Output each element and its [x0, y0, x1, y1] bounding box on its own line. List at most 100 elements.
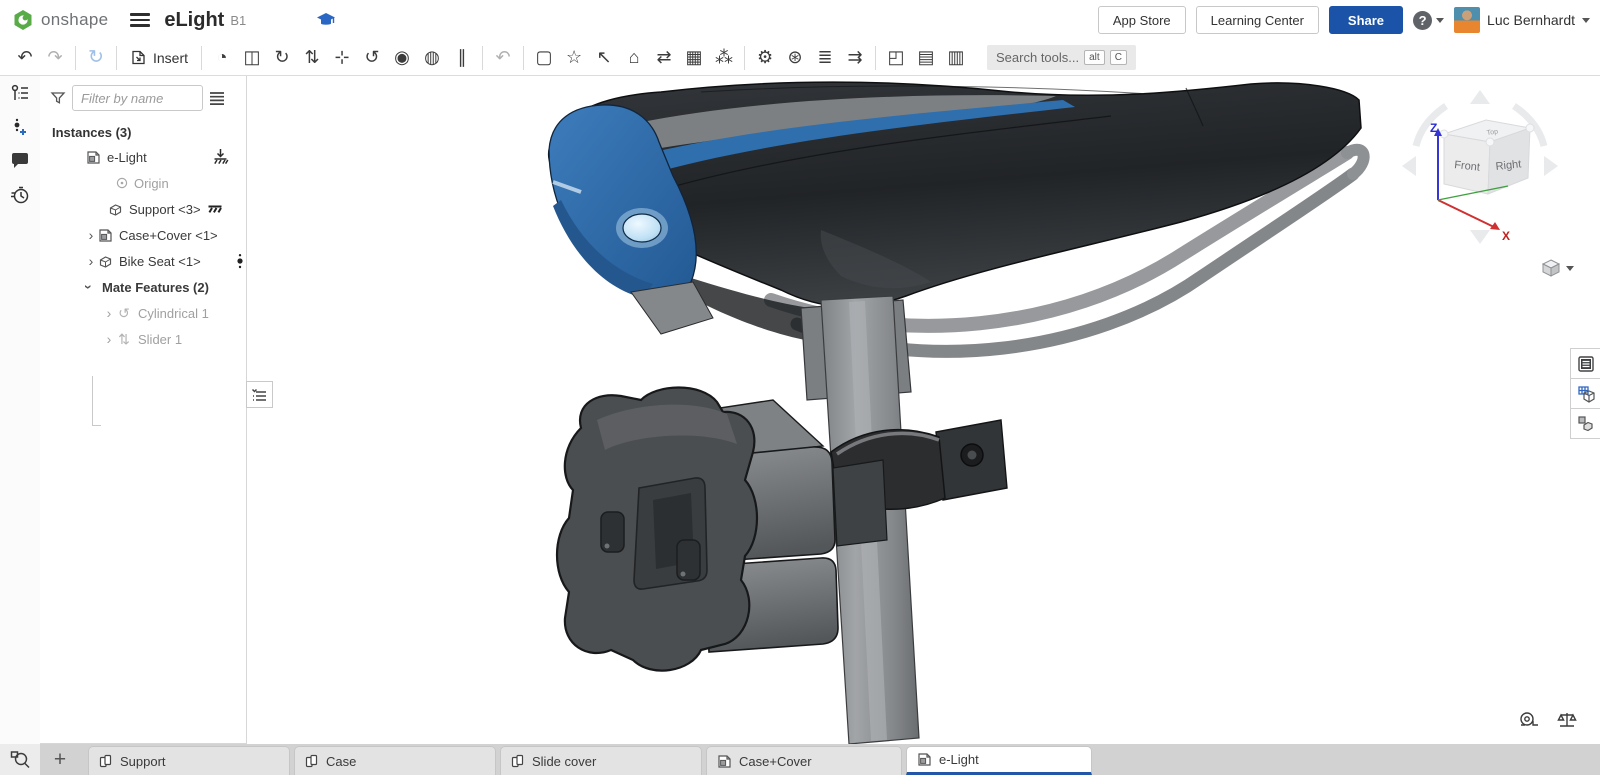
filter-input[interactable]	[72, 85, 203, 111]
named-positions-tool-button[interactable]: ☆	[559, 44, 589, 72]
learning-graduation-cap-icon[interactable]	[316, 12, 336, 28]
undo-button[interactable]: ↶	[10, 44, 40, 72]
fix-icon[interactable]	[212, 148, 229, 166]
part-studio-icon	[99, 754, 113, 768]
learning-center-button[interactable]: Learning Center	[1196, 6, 1319, 34]
transfer-tool-button[interactable]: ⇄	[649, 44, 679, 72]
filter-funnel-icon[interactable]	[50, 90, 66, 106]
tree-row-case-cover[interactable]: › Case+Cover <1>	[40, 222, 246, 248]
pin-slot-tool-button[interactable]: ◍	[417, 44, 447, 72]
search-tools-box[interactable]: Search tools... alt C	[987, 45, 1136, 70]
tree-connector-line	[92, 376, 101, 426]
keycap-alt: alt	[1084, 50, 1105, 65]
fixed-icon[interactable]	[207, 202, 223, 217]
new-tab-button[interactable]: +	[42, 744, 78, 775]
tab-e-light-active[interactable]: e-Light	[906, 746, 1092, 775]
part-tables-panel-button[interactable]	[1570, 408, 1600, 439]
document-version[interactable]: B1	[230, 13, 246, 28]
slider-move-tool-button[interactable]: ⇅	[297, 44, 327, 72]
viewcube-arrow-up[interactable]	[1470, 90, 1490, 104]
mate-tool-button[interactable]: ◔	[207, 44, 237, 72]
tree-row-assembly-root[interactable]: e-Light	[40, 144, 246, 170]
group-tool-button[interactable]: ◫	[237, 44, 267, 72]
revert-move-tool-button[interactable]: ↶	[488, 44, 518, 72]
viewcube-arrow-left[interactable]	[1402, 156, 1416, 176]
redo-button[interactable]: ↷	[40, 44, 70, 72]
tab-case[interactable]: Case	[294, 746, 496, 775]
edit-in-context-tool-button[interactable]: ↖	[589, 44, 619, 72]
expand-chevron-icon[interactable]: ›	[84, 227, 98, 243]
planar-move-tool-button[interactable]: ⊹	[327, 44, 357, 72]
tree-row-origin[interactable]: Origin	[40, 170, 246, 196]
versions-tree-icon[interactable]	[0, 76, 40, 110]
viewcube-arrow-down[interactable]	[1470, 230, 1490, 244]
user-avatar[interactable]	[1454, 7, 1480, 33]
toolbar-separator	[875, 46, 876, 70]
tree-row-support[interactable]: Support <3>	[40, 196, 246, 222]
configurations-panel-button[interactable]	[1570, 378, 1600, 409]
view-cube[interactable]: Top Front Right Z X	[1392, 82, 1582, 250]
expand-chevron-icon[interactable]: ›	[102, 331, 116, 347]
expand-chevron-icon[interactable]: ›	[102, 305, 116, 321]
graphics-viewport[interactable]: Top Front Right Z X	[248, 76, 1600, 744]
help-icon[interactable]: ?	[1413, 11, 1432, 30]
tab-slide-cover[interactable]: Slide cover	[500, 746, 702, 775]
tree-row-mate-features[interactable]: › Mate Features (2)	[40, 274, 246, 300]
view-options-dropdown[interactable]	[1541, 258, 1574, 278]
collapse-chevron-icon[interactable]: ›	[81, 280, 97, 294]
exploded-view-tool-button[interactable]: ◰	[881, 44, 911, 72]
rack-relation-tool-button[interactable]: ≣	[810, 44, 840, 72]
view-options-caret-icon	[1566, 266, 1574, 271]
feature-list-panel-button[interactable]	[1570, 348, 1600, 379]
insert-button[interactable]: Insert	[122, 44, 196, 72]
circular-pattern-tool-button[interactable]: ⁂	[709, 44, 739, 72]
tree-row-slider-mate[interactable]: › ⇅ Slider 1	[40, 326, 246, 352]
x-axis-label: X	[1502, 229, 1510, 243]
mate-connector-indicator-icon[interactable]	[236, 253, 244, 270]
insert-mate-connector-icon[interactable]	[0, 110, 40, 144]
toolbar-tools: ◔◫↻⇅⊹↺◉◍∥ ↶ ▢☆↖⌂⇄▦⁂ ⚙⊛≣⇉ ◰▤▥	[207, 44, 971, 72]
left-rail	[0, 76, 40, 744]
expand-chevron-icon[interactable]: ›	[84, 253, 98, 269]
select-region-tool-button[interactable]: ▢	[529, 44, 559, 72]
cylindrical-move-tool-button[interactable]: ↺	[357, 44, 387, 72]
history-timer-icon[interactable]	[0, 178, 40, 212]
tree-row-cylindrical-mate[interactable]: › ↺ Cylindrical 1	[40, 300, 246, 326]
ball-move-tool-button[interactable]: ◉	[387, 44, 417, 72]
screw-relation-tool-button[interactable]: ⇉	[840, 44, 870, 72]
tab-case-cover[interactable]: Case+Cover	[706, 746, 902, 775]
tree-row-bike-seat[interactable]: › Bike Seat <1>	[40, 248, 246, 274]
help-menu[interactable]: ?	[1413, 11, 1444, 30]
document-title[interactable]: eLight	[164, 9, 224, 32]
instances-header: Instances (3)	[40, 117, 246, 144]
slider-mate-icon: ⇅	[116, 331, 132, 348]
bill-of-materials-tool-button[interactable]: ▥	[941, 44, 971, 72]
gear-relation-tool-button[interactable]: ⊛	[780, 44, 810, 72]
list-view-icon[interactable]	[209, 91, 225, 106]
mass-properties-scale-icon[interactable]	[1556, 710, 1578, 730]
main-menu-button[interactable]	[130, 10, 150, 30]
assembly-icon	[98, 228, 113, 243]
app-store-button[interactable]: App Store	[1098, 6, 1186, 34]
search-tabs-icon[interactable]	[10, 750, 30, 769]
release-notes-tool-button[interactable]: ▤	[911, 44, 941, 72]
share-button[interactable]: Share	[1329, 6, 1403, 34]
insert-label: Insert	[153, 50, 188, 66]
viewport-measure-tools	[1518, 710, 1578, 730]
user-menu[interactable]: Luc Bernhardt	[1454, 7, 1590, 33]
panel-collapse-handle[interactable]	[246, 381, 273, 408]
rotate-tool-button[interactable]: ↻	[267, 44, 297, 72]
tape-measure-icon[interactable]	[1518, 710, 1540, 730]
insert-page-icon	[130, 49, 147, 66]
viewcube-arrow-right[interactable]	[1544, 156, 1558, 176]
comments-icon[interactable]	[0, 144, 40, 178]
create-in-context-tool-button[interactable]: ⌂	[619, 44, 649, 72]
user-caret-icon	[1582, 18, 1590, 23]
assembly-features-tool-button[interactable]: ⚙	[750, 44, 780, 72]
parallel-tool-button[interactable]: ∥	[447, 44, 477, 72]
tab-support[interactable]: Support	[88, 746, 290, 775]
sync-refresh-button[interactable]: ↻	[81, 44, 111, 72]
help-caret-icon	[1436, 18, 1444, 23]
linear-pattern-tool-button[interactable]: ▦	[679, 44, 709, 72]
onshape-logo[interactable]: onshape	[12, 9, 108, 31]
